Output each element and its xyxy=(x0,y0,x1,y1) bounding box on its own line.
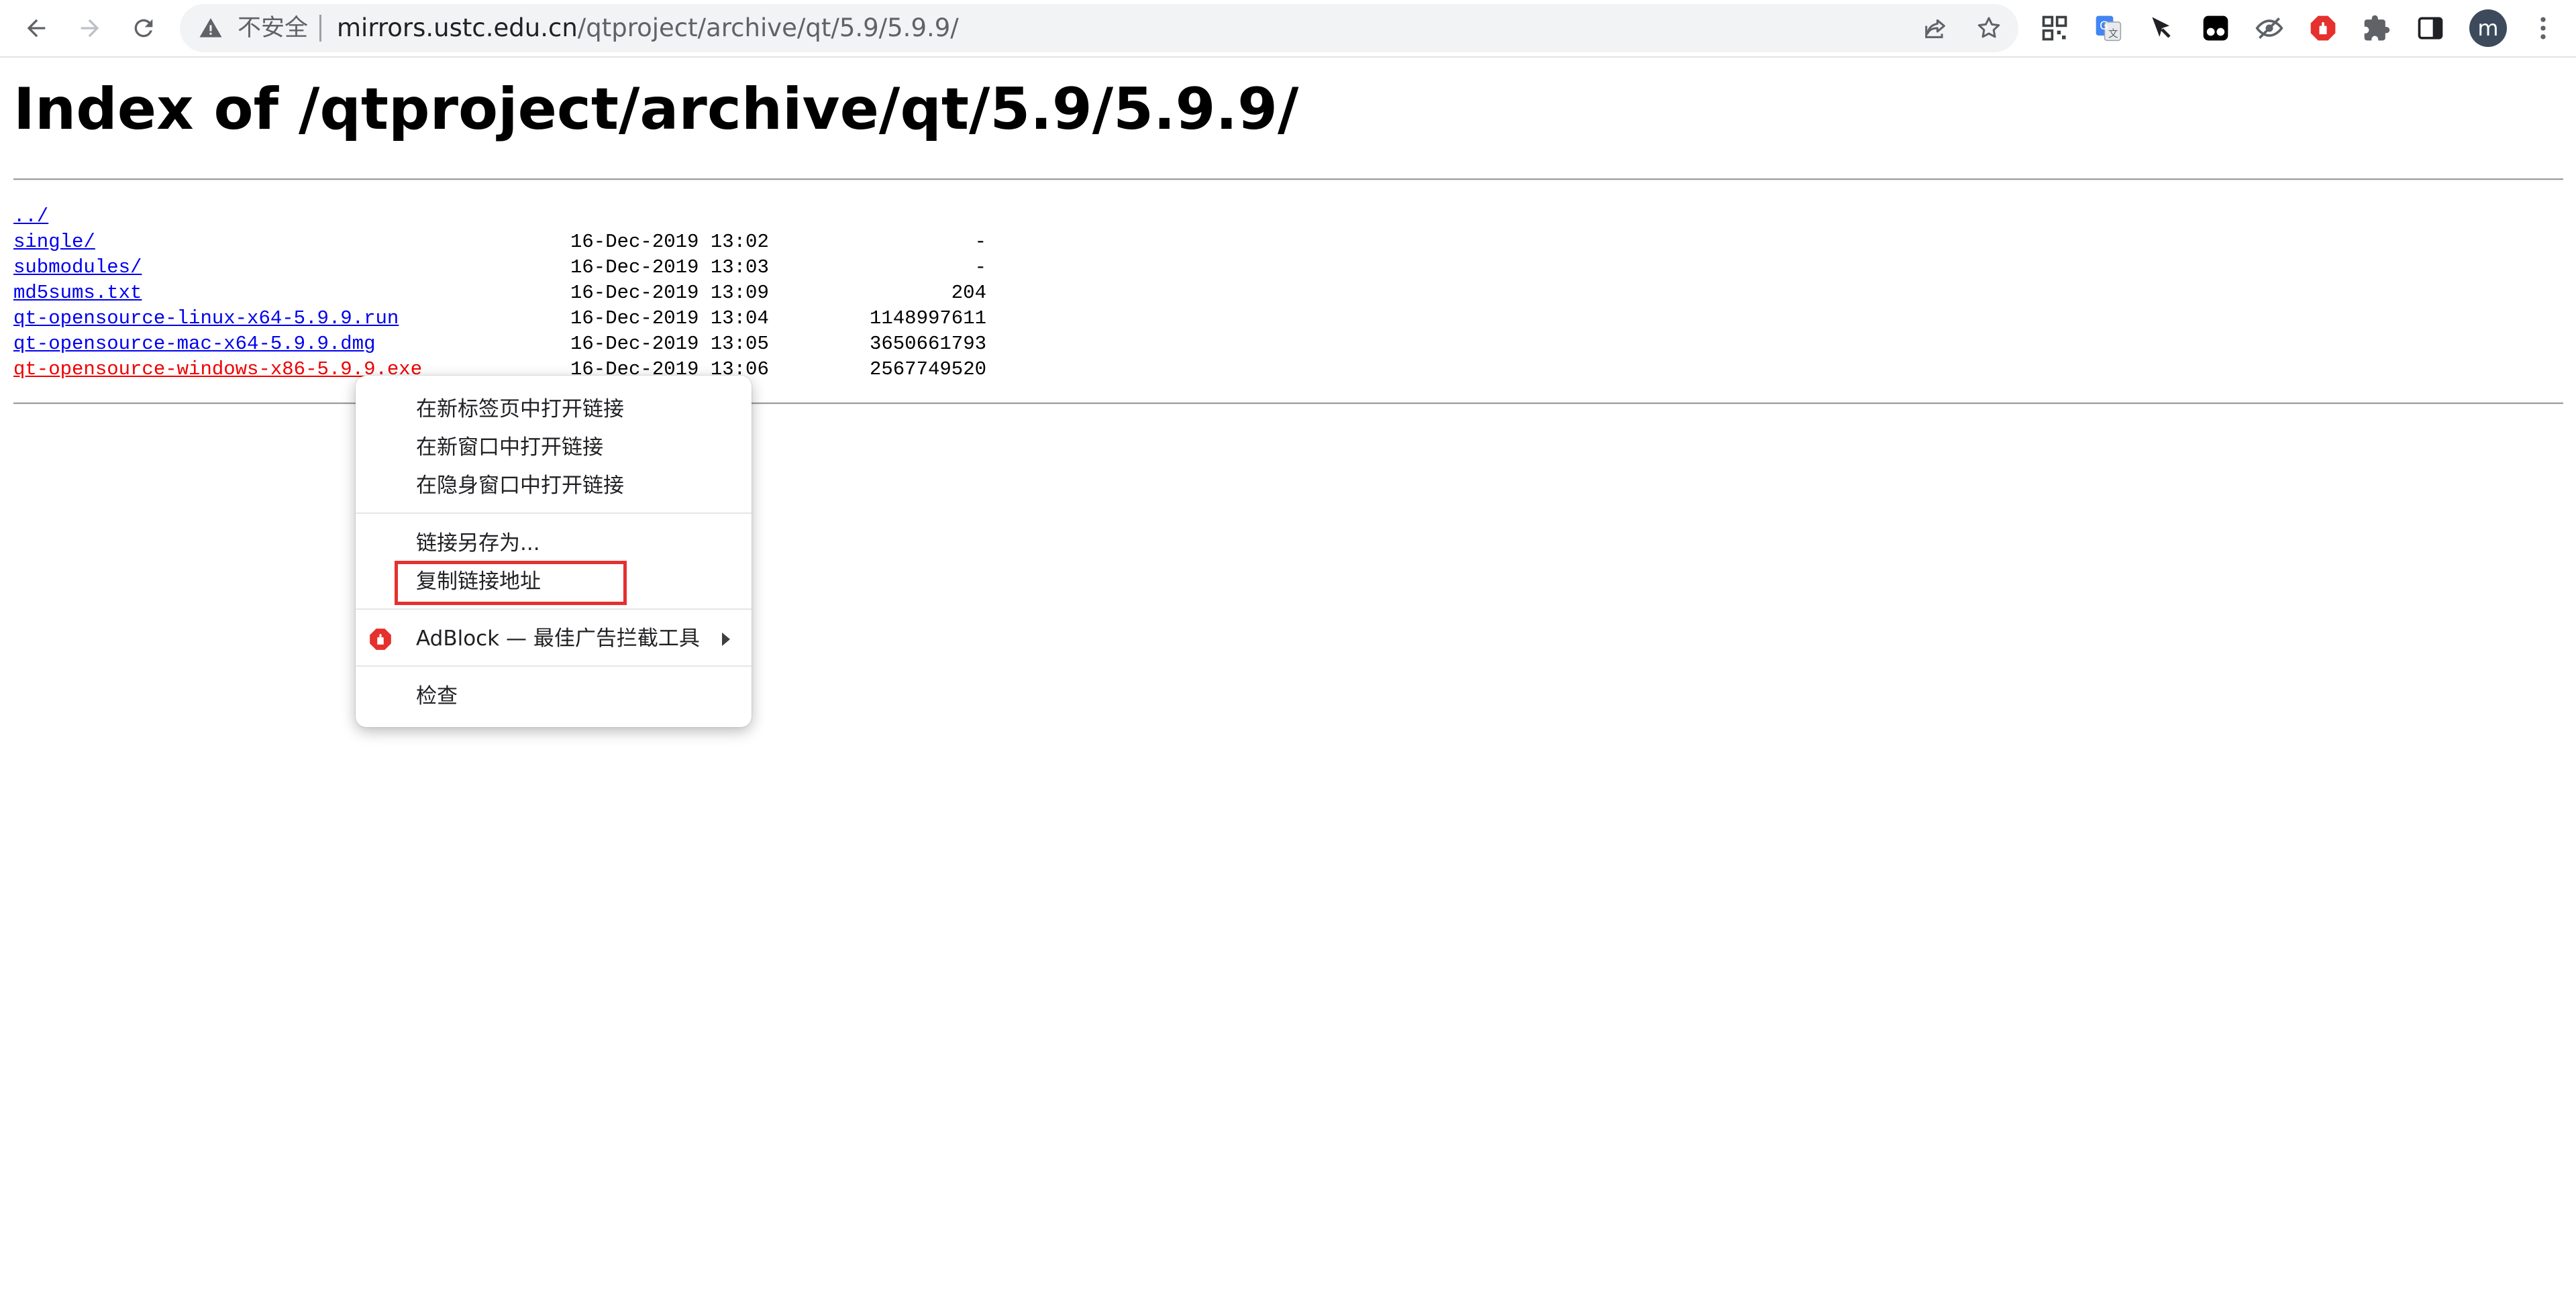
svg-text:文: 文 xyxy=(2108,28,2118,40)
list-item: single/ 16-Dec-2019 13:02 - xyxy=(13,229,1007,255)
menu-item-label: AdBlock — 最佳广告拦截工具 xyxy=(416,627,700,651)
menu-item-open-new-window[interactable]: 在新窗口中打开链接 xyxy=(356,429,752,466)
more-menu-icon[interactable] xyxy=(2528,13,2558,43)
file-link[interactable]: single/ xyxy=(13,229,95,255)
arrow-left-icon xyxy=(27,19,46,38)
top-divider xyxy=(13,178,2563,180)
file-date: 16-Dec-2019 13:03 xyxy=(570,256,769,278)
reload-button[interactable] xyxy=(125,9,162,47)
file-link[interactable]: qt-opensource-linux-x64-5.9.9.run xyxy=(13,306,399,331)
share-icon[interactable] xyxy=(1922,15,1949,42)
url-path: /qtproject/archive/qt/5.9/5.9.9/ xyxy=(577,13,959,42)
adblock-icon[interactable] xyxy=(2308,13,2338,43)
security-label[interactable]: 不安全 xyxy=(238,13,308,44)
submenu-arrow-icon xyxy=(722,633,730,646)
file-size: 1148997611 xyxy=(869,307,986,329)
menu-separator xyxy=(356,512,752,514)
reload-icon xyxy=(134,19,153,38)
menu-separator xyxy=(356,608,752,610)
list-item: qt-opensource-linux-x64-5.9.9.run 16-Dec… xyxy=(13,306,1007,331)
svg-text:G: G xyxy=(2100,19,2108,32)
extensions-puzzle-icon[interactable] xyxy=(2362,13,2391,43)
menu-item-open-incognito[interactable]: 在隐身窗口中打开链接 xyxy=(356,467,752,504)
menu-item-save-link-as[interactable]: 链接另存为... xyxy=(356,525,752,562)
parent-dir-link[interactable]: ../ xyxy=(13,204,48,229)
context-menu: 在新标签页中打开链接 在新窗口中打开链接 在隐身窗口中打开链接 链接另存为...… xyxy=(356,376,752,727)
browser-toolbar: 不安全 mirrors.ustc.edu.cn/qtproject/archiv… xyxy=(0,0,2576,58)
bookmark-star-icon[interactable] xyxy=(1975,15,2002,42)
url-host: mirrors.ustc.edu.cn xyxy=(337,13,578,42)
file-link[interactable]: md5sums.txt xyxy=(13,280,142,306)
profile-avatar[interactable]: m xyxy=(2469,9,2507,47)
file-size: 3650661793 xyxy=(869,333,986,355)
forward-button[interactable] xyxy=(71,9,109,47)
file-link[interactable]: qt-opensource-mac-x64-5.9.9.dmg xyxy=(13,331,376,357)
address-bar[interactable]: 不安全 mirrors.ustc.edu.cn/qtproject/archiv… xyxy=(180,4,2018,52)
menu-separator xyxy=(356,665,752,667)
directory-listing: ../ single/ 16-Dec-2019 13:02 - submodul… xyxy=(13,204,1007,382)
side-panel-icon[interactable] xyxy=(2416,13,2445,43)
adblock-icon xyxy=(370,629,391,650)
tampermonkey-icon[interactable] xyxy=(2201,13,2230,43)
list-item: qt-opensource-mac-x64-5.9.9.dmg 16-Dec-2… xyxy=(13,331,1007,357)
menu-item-inspect[interactable]: 检查 xyxy=(356,677,752,715)
file-size: 2567749520 xyxy=(869,358,986,380)
menu-item-open-new-tab[interactable]: 在新标签页中打开链接 xyxy=(356,390,752,428)
file-size: - xyxy=(974,256,986,278)
file-date: 16-Dec-2019 13:04 xyxy=(570,307,769,329)
file-date: 16-Dec-2019 13:05 xyxy=(570,333,769,355)
warning-icon xyxy=(199,18,222,38)
omnibox-divider xyxy=(319,15,321,42)
back-button[interactable] xyxy=(17,9,55,47)
file-size: - xyxy=(974,231,986,253)
file-size: 204 xyxy=(951,282,986,304)
list-item: submodules/ 16-Dec-2019 13:03 - xyxy=(13,255,1007,280)
url-text[interactable]: mirrors.ustc.edu.cn/qtproject/archive/qt… xyxy=(337,13,959,44)
file-date: 16-Dec-2019 13:02 xyxy=(570,231,769,253)
file-date: 16-Dec-2019 13:09 xyxy=(570,282,769,304)
file-link[interactable]: submodules/ xyxy=(13,255,142,280)
arrow-right-icon xyxy=(81,19,99,38)
qr-code-icon[interactable] xyxy=(2040,13,2069,43)
google-translate-icon[interactable]: G文 xyxy=(2094,13,2123,43)
menu-item-adblock[interactable]: AdBlock — 最佳广告拦截工具 xyxy=(356,620,752,657)
list-item: md5sums.txt 16-Dec-2019 13:09 204 xyxy=(13,280,1007,306)
list-item: ../ xyxy=(13,204,1007,229)
page-title: Index of /qtproject/archive/qt/5.9/5.9.9… xyxy=(13,76,1299,143)
highlight-box xyxy=(395,561,627,605)
eye-slash-icon[interactable] xyxy=(2255,13,2284,43)
cursor-icon[interactable] xyxy=(2147,13,2177,43)
